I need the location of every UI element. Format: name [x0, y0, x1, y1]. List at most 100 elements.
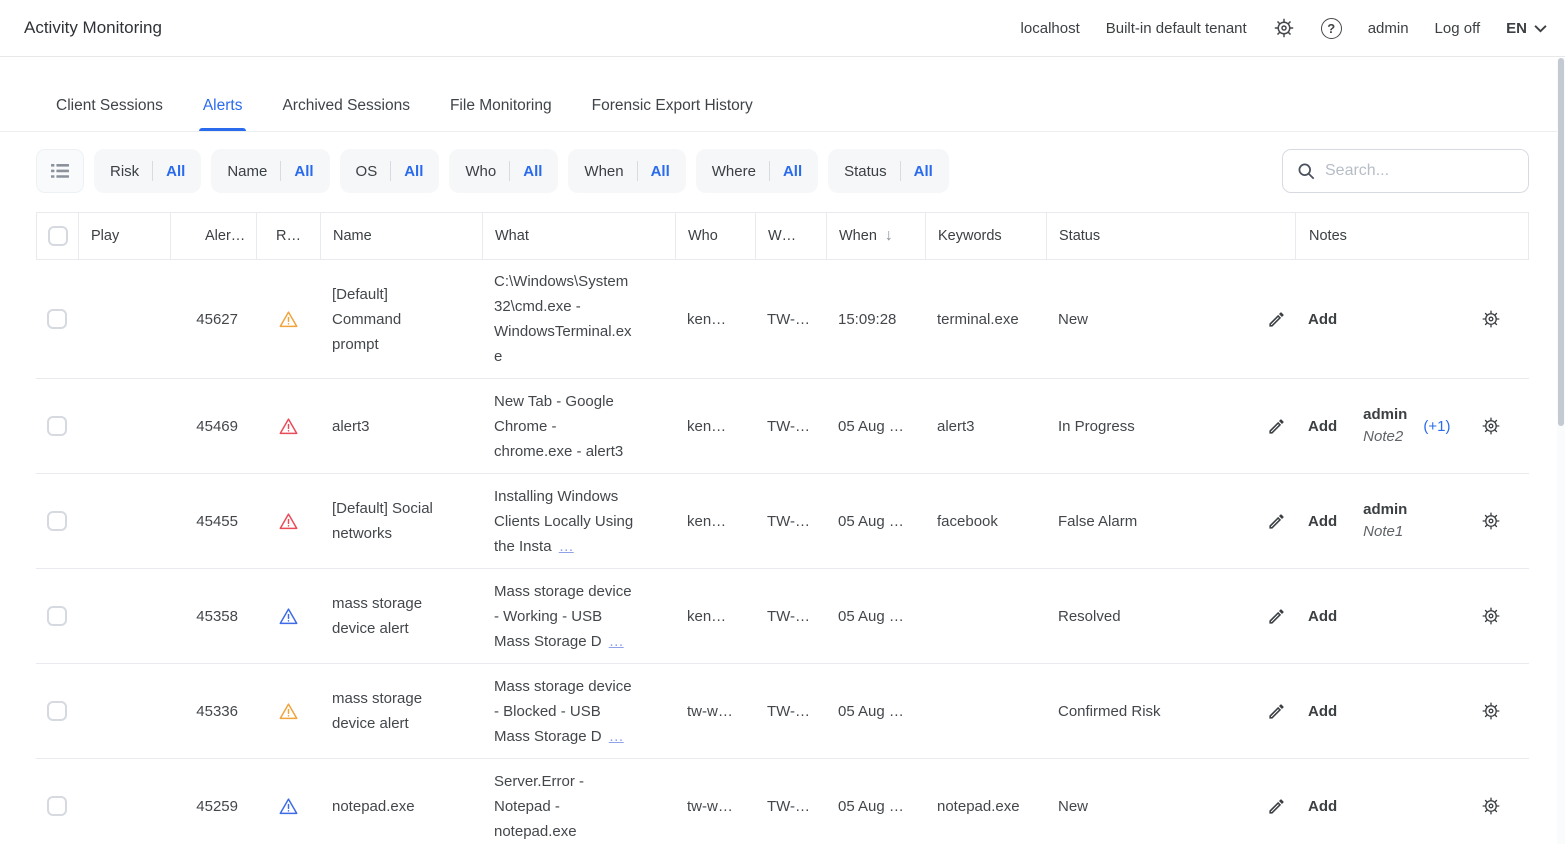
- divider: [769, 161, 770, 181]
- settings-gear-icon[interactable]: [1273, 17, 1295, 39]
- alert-id: 45469: [196, 414, 238, 439]
- edit-status-icon[interactable]: [1267, 417, 1286, 436]
- column-header-when[interactable]: When ↓: [827, 213, 926, 259]
- edit-status-icon[interactable]: [1267, 310, 1286, 329]
- when-value: 15:09:28: [838, 307, 896, 332]
- tab-forensic-export-history[interactable]: Forensic Export History: [590, 87, 755, 131]
- column-header-where[interactable]: W…: [756, 213, 827, 259]
- add-note-button[interactable]: Add: [1308, 604, 1337, 629]
- filter-chip-risk[interactable]: Risk All: [94, 149, 201, 193]
- edit-status-icon[interactable]: [1267, 607, 1286, 626]
- add-note-button[interactable]: Add: [1308, 307, 1337, 332]
- row-checkbox[interactable]: [47, 309, 67, 329]
- filter-chip-where[interactable]: Where All: [696, 149, 818, 193]
- filter-chip-who[interactable]: Who All: [449, 149, 558, 193]
- row-settings-icon[interactable]: [1481, 309, 1501, 329]
- logoff-button[interactable]: Log off: [1435, 20, 1481, 37]
- user-menu[interactable]: admin: [1368, 20, 1409, 37]
- status-value: New: [1058, 794, 1088, 819]
- help-icon[interactable]: ?: [1321, 18, 1342, 39]
- tab-alerts[interactable]: Alerts: [201, 87, 245, 131]
- status-value: Resolved: [1058, 604, 1121, 629]
- alert-name: [Default] Command prompt: [332, 282, 452, 357]
- filter-chip-status[interactable]: Status All: [828, 149, 949, 193]
- status-value: Confirmed Risk: [1058, 699, 1161, 724]
- column-header-who[interactable]: Who: [676, 213, 756, 259]
- filter-chip-value: All: [166, 163, 185, 180]
- table-row: 45336 mass storage device alert Mass sto…: [36, 664, 1529, 759]
- divider: [637, 161, 638, 181]
- who-value: tw-w…: [687, 699, 733, 724]
- what-more-link[interactable]: …: [609, 633, 624, 650]
- row-settings-icon[interactable]: [1481, 701, 1501, 721]
- add-note-button[interactable]: Add: [1308, 699, 1337, 724]
- filter-chip-label: Risk: [110, 163, 139, 180]
- row-settings-icon[interactable]: [1481, 796, 1501, 816]
- where-value: TW-…: [767, 699, 810, 724]
- alert-id: 45627: [196, 307, 238, 332]
- tab-archived-sessions[interactable]: Archived Sessions: [280, 87, 412, 131]
- column-header-status[interactable]: Status: [1047, 213, 1296, 259]
- scrollbar-thumb[interactable]: [1558, 58, 1564, 426]
- row-settings-icon[interactable]: [1481, 511, 1501, 531]
- language-selector[interactable]: EN: [1506, 20, 1547, 37]
- keywords-value: facebook: [937, 509, 998, 534]
- row-settings-icon[interactable]: [1481, 416, 1501, 436]
- row-checkbox[interactable]: [47, 606, 67, 626]
- column-header-name[interactable]: Name: [321, 213, 483, 259]
- select-all-checkbox[interactable]: [48, 226, 68, 246]
- filter-chip-when[interactable]: When All: [568, 149, 685, 193]
- where-value: TW-…: [767, 794, 810, 819]
- divider: [152, 161, 153, 181]
- filter-chip-value: All: [523, 163, 542, 180]
- keywords-value: alert3: [937, 414, 975, 439]
- row-checkbox[interactable]: [47, 796, 67, 816]
- table-row: 45627 [Default] Command prompt C:\Window…: [36, 260, 1529, 379]
- note-author: admin: [1363, 499, 1407, 521]
- add-note-button[interactable]: Add: [1308, 794, 1337, 819]
- tab-file-monitoring[interactable]: File Monitoring: [448, 87, 554, 131]
- risk-warning-icon: [278, 606, 299, 627]
- add-note-button[interactable]: Add: [1308, 414, 1337, 439]
- row-settings-icon[interactable]: [1481, 606, 1501, 626]
- alert-id: 45358: [196, 604, 238, 629]
- column-header-alert-id[interactable]: Aler…: [171, 213, 257, 259]
- list-icon: [50, 162, 70, 180]
- add-note-button[interactable]: Add: [1308, 509, 1337, 534]
- page-title: Activity Monitoring: [24, 18, 162, 38]
- where-value: TW-…: [767, 414, 810, 439]
- row-checkbox[interactable]: [47, 416, 67, 436]
- search-input[interactable]: [1325, 162, 1515, 180]
- divider: [509, 161, 510, 181]
- column-header-risk[interactable]: R…: [257, 213, 321, 259]
- edit-status-icon[interactable]: [1267, 797, 1286, 816]
- host-label: localhost: [1021, 20, 1080, 37]
- note-author: admin: [1363, 404, 1407, 426]
- filter-chip-label: Name: [227, 163, 267, 180]
- chevron-down-icon: [1534, 24, 1547, 33]
- row-checkbox[interactable]: [47, 701, 67, 721]
- column-header-play[interactable]: Play: [79, 213, 171, 259]
- what-more-link[interactable]: …: [609, 728, 624, 745]
- edit-status-icon[interactable]: [1267, 702, 1286, 721]
- who-value: ken…: [687, 509, 726, 534]
- alert-id: 45455: [196, 509, 238, 534]
- filter-chip-os[interactable]: OS All: [340, 149, 440, 193]
- vertical-scrollbar[interactable]: [1557, 58, 1565, 844]
- column-header-notes[interactable]: Notes: [1296, 213, 1529, 259]
- top-bar: Activity Monitoring localhost Built-in d…: [0, 0, 1565, 57]
- risk-warning-icon: [278, 511, 299, 532]
- filter-chip-name[interactable]: Name All: [211, 149, 329, 193]
- what-more-link[interactable]: …: [559, 538, 574, 555]
- more-notes-link[interactable]: (+1): [1423, 414, 1450, 439]
- tab-client-sessions[interactable]: Client Sessions: [54, 87, 165, 131]
- edit-status-icon[interactable]: [1267, 512, 1286, 531]
- column-list-button[interactable]: [36, 149, 84, 193]
- when-value: 05 Aug …: [838, 509, 904, 534]
- column-header-keywords[interactable]: Keywords: [926, 213, 1047, 259]
- alert-id: 45259: [196, 794, 238, 819]
- column-header-what[interactable]: What: [483, 213, 676, 259]
- tab-bar: Client Sessions Alerts Archived Sessions…: [0, 87, 1565, 132]
- note-title: Note1: [1363, 521, 1407, 543]
- row-checkbox[interactable]: [47, 511, 67, 531]
